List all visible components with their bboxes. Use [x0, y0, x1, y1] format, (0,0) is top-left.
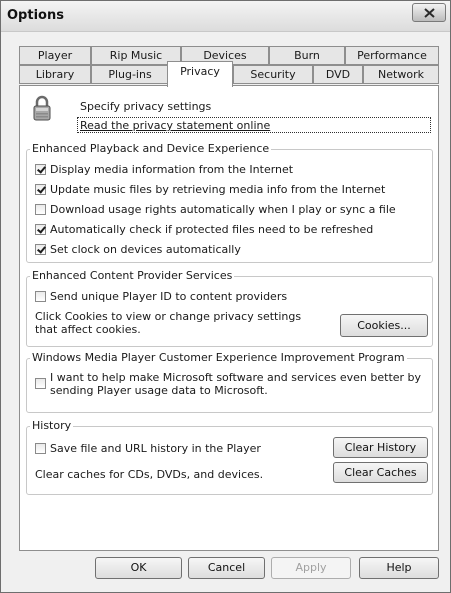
checkbox-label: Set clock on devices automatically — [50, 243, 241, 256]
display-media-info-option[interactable]: Display media information from the Inter… — [35, 163, 293, 176]
send-player-id-option[interactable]: Send unique Player ID to content provide… — [35, 290, 287, 303]
help-button[interactable]: Help — [359, 557, 439, 579]
tab-network[interactable]: Network — [363, 65, 439, 84]
ceip-text-line2: sending Player usage data to Microsoft. — [50, 384, 268, 397]
window-title: Options — [7, 8, 64, 23]
clear-caches-button[interactable]: Clear Caches — [333, 462, 428, 483]
tab-security[interactable]: Security — [233, 65, 313, 84]
content-provider-group: Enhanced Content Provider Services Send … — [26, 269, 433, 347]
cookies-description-line2: that affect cookies. — [35, 323, 141, 336]
tab-label: Library — [35, 68, 75, 81]
clear-history-button[interactable]: Clear History — [333, 437, 428, 458]
tab-label: Network — [378, 68, 424, 81]
options-dialog: Options Player Rip Music Devices Burn Pe… — [0, 0, 451, 593]
group-label: Enhanced Content Provider Services — [30, 269, 235, 282]
privacy-statement-link[interactable]: Read the privacy statement online — [80, 119, 270, 132]
ok-button[interactable]: OK — [95, 557, 182, 579]
tab-label: Rip Music — [109, 49, 163, 62]
ceip-option[interactable]: I want to help make Microsoft software a… — [35, 371, 421, 397]
checkbox[interactable] — [35, 378, 46, 389]
download-usage-rights-option[interactable]: Download usage rights automatically when… — [35, 203, 396, 216]
tab-label: Plug-ins — [108, 68, 152, 81]
group-label: Windows Media Player Customer Experience… — [30, 351, 407, 364]
tab-label: Burn — [294, 49, 320, 62]
cookies-button[interactable]: Cookies... — [340, 314, 428, 337]
title-bar: Options — [1, 1, 450, 32]
tab-label: Performance — [357, 49, 427, 62]
checkbox-label: Send unique Player ID to content provide… — [50, 290, 288, 303]
checkbox-label: Automatically check if protected files n… — [50, 223, 374, 236]
set-clock-option[interactable]: Set clock on devices automatically — [35, 243, 241, 256]
tab-label: Security — [250, 68, 296, 81]
ceip-text-line1: I want to help make Microsoft software a… — [50, 371, 422, 384]
privacy-link-focus: Read the privacy statement online — [77, 117, 431, 133]
checkbox-label: Save file and URL history in the Player — [50, 442, 261, 455]
close-button[interactable] — [412, 3, 446, 22]
save-history-option[interactable]: Save file and URL history in the Player — [35, 442, 261, 455]
tab-label: Privacy — [180, 65, 220, 78]
privacy-settings-title: Specify privacy settings — [80, 100, 212, 113]
checkbox-label: Display media information from the Inter… — [50, 163, 294, 176]
checkbox[interactable] — [35, 443, 46, 454]
tab-privacy[interactable]: Privacy — [167, 61, 233, 87]
cookies-description: Click Cookies to view or change privacy … — [35, 310, 302, 323]
checkbox[interactable] — [35, 184, 46, 195]
enhanced-playback-group: Enhanced Playback and Device Experience … — [26, 142, 433, 263]
tab-label: DVD — [325, 68, 351, 81]
history-group: History Save file and URL history in the… — [26, 419, 433, 495]
checkbox-label: Update music files by retrieving media i… — [50, 183, 386, 196]
padlock-icon — [33, 95, 51, 121]
tab-label: Player — [37, 49, 73, 62]
cancel-button[interactable]: Cancel — [188, 557, 265, 579]
check-protected-files-option[interactable]: Automatically check if protected files n… — [35, 223, 373, 236]
group-label: Enhanced Playback and Device Experience — [30, 142, 272, 155]
checkbox[interactable] — [35, 164, 46, 175]
ceip-text: I want to help make Microsoft software a… — [50, 371, 421, 397]
privacy-panel: Specify privacy settings Read the privac… — [19, 85, 439, 551]
tab-dvd[interactable]: DVD — [313, 65, 363, 84]
update-music-files-option[interactable]: Update music files by retrieving media i… — [35, 183, 385, 196]
apply-button[interactable]: Apply — [271, 557, 351, 579]
checkbox[interactable] — [35, 244, 46, 255]
ceip-group: Windows Media Player Customer Experience… — [26, 351, 433, 413]
checkbox[interactable] — [35, 224, 46, 235]
checkbox-label: Download usage rights automatically when… — [50, 203, 396, 216]
tab-player[interactable]: Player — [19, 46, 91, 65]
checkbox[interactable] — [35, 291, 46, 302]
tab-plug-ins[interactable]: Plug-ins — [91, 65, 169, 84]
checkbox[interactable] — [35, 204, 46, 215]
tab-performance[interactable]: Performance — [345, 46, 439, 65]
tab-strip: Player Rip Music Devices Burn Performanc… — [19, 46, 439, 87]
tab-library[interactable]: Library — [19, 65, 91, 84]
group-label: History — [30, 419, 74, 432]
tab-burn[interactable]: Burn — [269, 46, 345, 65]
close-icon — [424, 8, 435, 18]
clear-caches-description: Clear caches for CDs, DVDs, and devices. — [35, 468, 264, 481]
